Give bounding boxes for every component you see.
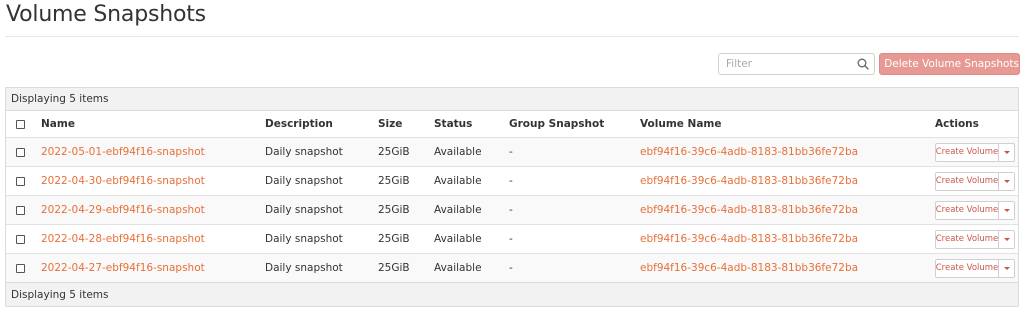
column-header-status[interactable]: Status xyxy=(434,111,472,137)
actions-dropdown-toggle[interactable] xyxy=(999,258,1015,278)
snapshot-size: 25GiB xyxy=(378,233,410,245)
snapshot-size: 25GiB xyxy=(378,262,410,274)
row-checkbox[interactable] xyxy=(16,205,25,215)
snapshot-group: - xyxy=(509,204,513,216)
delete-button-label: Delete Volume Snapshots xyxy=(884,58,1019,70)
volume-name-link[interactable]: ebf94f16-39c6-4adb-8183-81bb36fe72ba xyxy=(640,225,858,253)
snapshot-group: - xyxy=(509,146,513,158)
volume-name-link[interactable]: ebf94f16-39c6-4adb-8183-81bb36fe72ba xyxy=(640,167,858,195)
table-row: 2022-04-28-ebf94f16-snapshot Daily snaps… xyxy=(6,224,1018,253)
snapshot-status: Available xyxy=(434,233,482,245)
filter-input[interactable] xyxy=(719,54,854,74)
row-checkbox[interactable] xyxy=(16,147,25,157)
title-divider xyxy=(5,36,1019,37)
row-actions: Create Volume xyxy=(935,142,1015,162)
item-count-bottom: Displaying 5 items xyxy=(6,282,1018,306)
snapshot-size: 25GiB xyxy=(378,146,410,158)
column-header-group-snapshot[interactable]: Group Snapshot xyxy=(509,111,604,137)
table-row: 2022-05-01-ebf94f16-snapshot Daily snaps… xyxy=(6,137,1018,166)
create-volume-button[interactable]: Create Volume xyxy=(935,258,999,278)
volume-name-link[interactable]: ebf94f16-39c6-4adb-8183-81bb36fe72ba xyxy=(640,254,858,282)
row-checkbox[interactable] xyxy=(16,263,25,273)
snapshot-description: Daily snapshot xyxy=(265,233,343,245)
snapshot-name-link[interactable]: 2022-05-01-ebf94f16-snapshot xyxy=(41,138,205,166)
table-row: 2022-04-27-ebf94f16-snapshot Daily snaps… xyxy=(6,253,1018,282)
item-count-top: Displaying 5 items xyxy=(6,88,1018,111)
table-row: 2022-04-29-ebf94f16-snapshot Daily snaps… xyxy=(6,195,1018,224)
snapshot-description: Daily snapshot xyxy=(265,146,343,158)
table-row: 2022-04-30-ebf94f16-snapshot Daily snaps… xyxy=(6,166,1018,195)
caret-down-icon xyxy=(1003,150,1010,154)
column-header-size[interactable]: Size xyxy=(378,111,402,137)
create-volume-button[interactable]: Create Volume xyxy=(935,171,999,191)
volume-name-link[interactable]: ebf94f16-39c6-4adb-8183-81bb36fe72ba xyxy=(640,196,858,224)
snapshot-group: - xyxy=(509,175,513,187)
snapshot-status: Available xyxy=(434,204,482,216)
actions-dropdown-toggle[interactable] xyxy=(999,142,1015,162)
row-actions: Create Volume xyxy=(935,229,1015,249)
create-volume-button[interactable]: Create Volume xyxy=(935,142,999,162)
snapshot-status: Available xyxy=(434,146,482,158)
snapshot-status: Available xyxy=(434,262,482,274)
volume-name-link[interactable]: ebf94f16-39c6-4adb-8183-81bb36fe72ba xyxy=(640,138,858,166)
delete-volume-snapshots-button[interactable]: Delete Volume Snapshots xyxy=(879,53,1020,75)
column-header-name[interactable]: Name xyxy=(41,111,75,137)
column-header-volume-name[interactable]: Volume Name xyxy=(640,111,722,137)
row-actions: Create Volume xyxy=(935,200,1015,220)
create-volume-button[interactable]: Create Volume xyxy=(935,229,999,249)
filter-box xyxy=(718,53,875,75)
snapshot-name-link[interactable]: 2022-04-30-ebf94f16-snapshot xyxy=(41,167,205,195)
column-header-actions: Actions xyxy=(935,118,979,130)
create-volume-button[interactable]: Create Volume xyxy=(935,200,999,220)
row-actions: Create Volume xyxy=(935,171,1015,191)
snapshot-group: - xyxy=(509,262,513,274)
select-all-checkbox[interactable] xyxy=(16,119,25,129)
actions-dropdown-toggle[interactable] xyxy=(999,200,1015,220)
snapshot-name-link[interactable]: 2022-04-27-ebf94f16-snapshot xyxy=(41,254,205,282)
caret-down-icon xyxy=(1003,208,1010,212)
caret-down-icon xyxy=(1003,266,1010,270)
row-actions: Create Volume xyxy=(935,258,1015,278)
snapshot-description: Daily snapshot xyxy=(265,262,343,274)
snapshot-group: - xyxy=(509,233,513,245)
column-header-description[interactable]: Description xyxy=(265,111,333,137)
actions-dropdown-toggle[interactable] xyxy=(999,229,1015,249)
actions-dropdown-toggle[interactable] xyxy=(999,171,1015,191)
snapshot-description: Daily snapshot xyxy=(265,204,343,216)
snapshot-size: 25GiB xyxy=(378,175,410,187)
snapshots-table: Displaying 5 items Name Description Size… xyxy=(5,87,1019,307)
snapshot-status: Available xyxy=(434,175,482,187)
snapshot-name-link[interactable]: 2022-04-29-ebf94f16-snapshot xyxy=(41,196,205,224)
caret-down-icon xyxy=(1003,237,1010,241)
table-header-row: Name Description Size Status Group Snaps… xyxy=(6,111,1018,137)
search-icon[interactable] xyxy=(856,57,870,71)
caret-down-icon xyxy=(1003,179,1010,183)
row-checkbox[interactable] xyxy=(16,234,25,244)
row-checkbox[interactable] xyxy=(16,176,25,186)
snapshot-name-link[interactable]: 2022-04-28-ebf94f16-snapshot xyxy=(41,225,205,253)
page-title: Volume Snapshots xyxy=(6,2,206,27)
snapshot-description: Daily snapshot xyxy=(265,175,343,187)
snapshot-size: 25GiB xyxy=(378,204,410,216)
